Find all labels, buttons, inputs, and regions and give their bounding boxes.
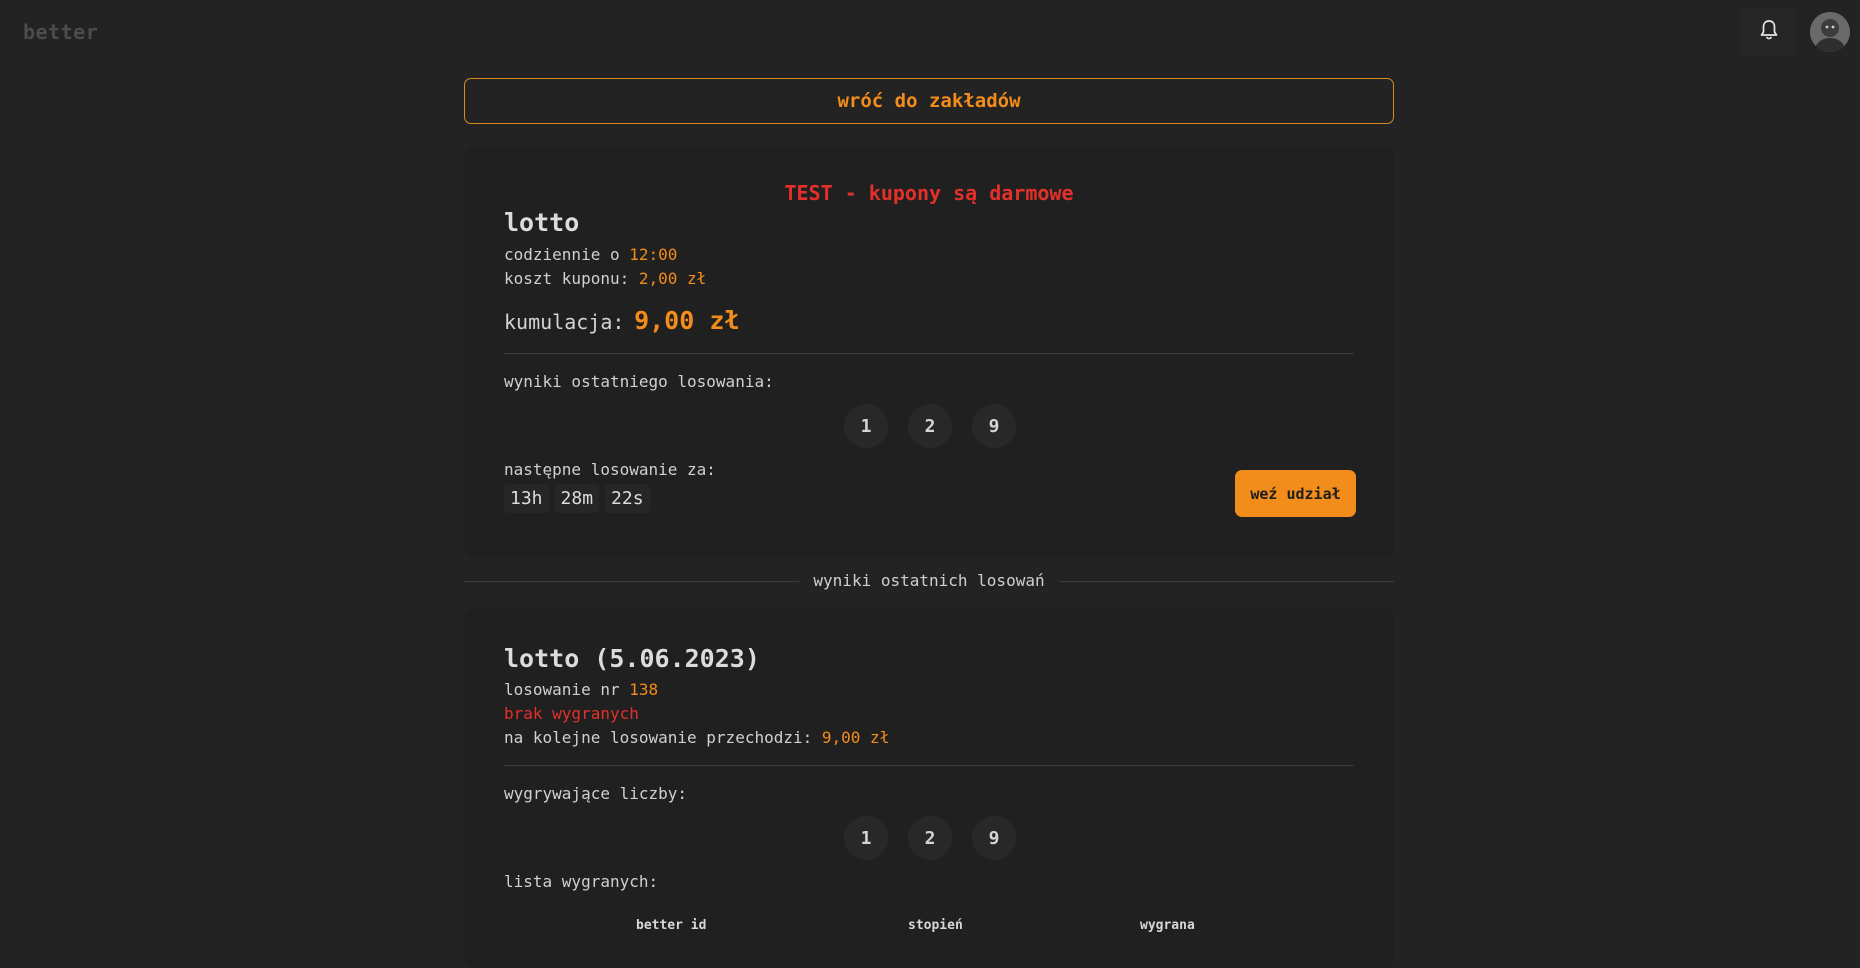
winning-ball: 2	[908, 816, 952, 860]
result-ball: 2	[908, 404, 952, 448]
table-header-prize[interactable]: wygrana	[1140, 918, 1195, 933]
past-draw-title: lotto (5.06.2023)	[504, 644, 760, 673]
carryover-line: na kolejne losowanie przechodzi: 9,00 zł	[504, 728, 889, 747]
countdown-timer: 13h 28m 22s	[504, 484, 650, 513]
notifications-button[interactable]	[1741, 9, 1797, 55]
last-results-label: wyniki ostatniego losowania:	[504, 372, 774, 391]
draw-number: 138	[629, 680, 659, 699]
draw-number-line: losowanie nr 138	[504, 680, 658, 699]
countdown-minutes: 28m	[554, 484, 600, 513]
result-ball: 9	[972, 404, 1016, 448]
next-draw-label: następne losowanie za:	[504, 460, 716, 479]
divider	[504, 765, 1354, 766]
schedule-line: codziennie o 12:00	[504, 245, 677, 264]
top-bar: better	[0, 0, 1860, 64]
no-winners-text: brak wygranych	[504, 704, 639, 723]
cost-line: koszt kuponu: 2,00 zł	[504, 269, 706, 288]
countdown-seconds: 22s	[605, 484, 650, 513]
cost-label: koszt kuponu:	[504, 269, 630, 288]
jackpot-value: 9,00 zł	[634, 306, 740, 335]
table-header-better-id[interactable]: better id	[636, 918, 706, 933]
current-game-card: TEST - kupony są darmowe lotto codzienni…	[464, 146, 1394, 558]
user-avatar[interactable]	[1810, 12, 1850, 52]
schedule-time: 12:00	[629, 245, 678, 264]
test-banner: TEST - kupony są darmowe	[784, 181, 1074, 205]
winners-list-label: lista wygranych:	[504, 872, 659, 891]
history-section-label: wyniki ostatnich losowań	[799, 571, 1059, 590]
divider	[504, 353, 1354, 354]
table-header-degree[interactable]: stopień	[908, 918, 963, 933]
game-title: lotto	[504, 208, 580, 237]
brand-logo[interactable]: better	[23, 20, 98, 44]
winning-numbers-label: wygrywające liczby:	[504, 784, 688, 803]
past-draw-card: lotto (5.06.2023) losowanie nr 138 brak …	[464, 608, 1394, 968]
join-button[interactable]: weź udział	[1235, 470, 1356, 517]
result-ball: 1	[844, 404, 888, 448]
carryover-label: na kolejne losowanie przechodzi:	[504, 728, 813, 747]
countdown-hours: 13h	[504, 484, 549, 513]
jackpot-line: kumulacja: 9,00 zł	[504, 306, 739, 335]
draw-number-label: losowanie nr	[504, 680, 620, 699]
cost-value: 2,00 zł	[638, 269, 707, 288]
schedule-label: codziennie o	[504, 245, 620, 264]
carryover-value: 9,00 zł	[821, 728, 890, 747]
winning-ball: 9	[972, 816, 1016, 860]
bell-icon	[1759, 19, 1779, 45]
winning-ball: 1	[844, 816, 888, 860]
jackpot-label: kumulacja:	[504, 310, 625, 334]
history-section-header: wyniki ostatnich losowań	[464, 570, 1394, 592]
back-to-bets-button[interactable]: wróć do zakładów	[464, 78, 1394, 124]
